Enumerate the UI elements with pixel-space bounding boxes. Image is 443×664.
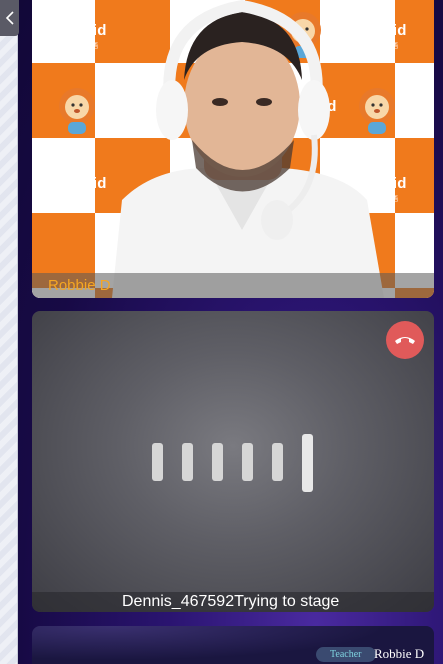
video-tile-third[interactable]: Teacher Robbie D <box>32 626 434 664</box>
teacher-video-feed <box>112 0 384 298</box>
hangup-button[interactable] <box>386 321 424 359</box>
side-panel-edge <box>0 0 18 664</box>
chevron-left-icon <box>5 11 14 25</box>
participant-name: Robbie D <box>48 277 111 294</box>
participant-name: Robbie D <box>374 646 425 661</box>
role-badge: Teacher <box>316 647 376 662</box>
audio-level-bars-icon <box>152 432 322 492</box>
video-tile-teacher[interactable]: BetaKid 贝达在线少儿英语 BetaKid 贝达在线少儿英语 BetaKi… <box>32 0 434 298</box>
collapse-panel-button[interactable] <box>0 0 19 36</box>
stage-status-text: Dennis_467592Trying to stage <box>122 593 340 610</box>
audio-tile-student[interactable]: Dennis_467592Trying to stage <box>32 311 434 612</box>
phone-hangup-icon <box>395 337 415 344</box>
